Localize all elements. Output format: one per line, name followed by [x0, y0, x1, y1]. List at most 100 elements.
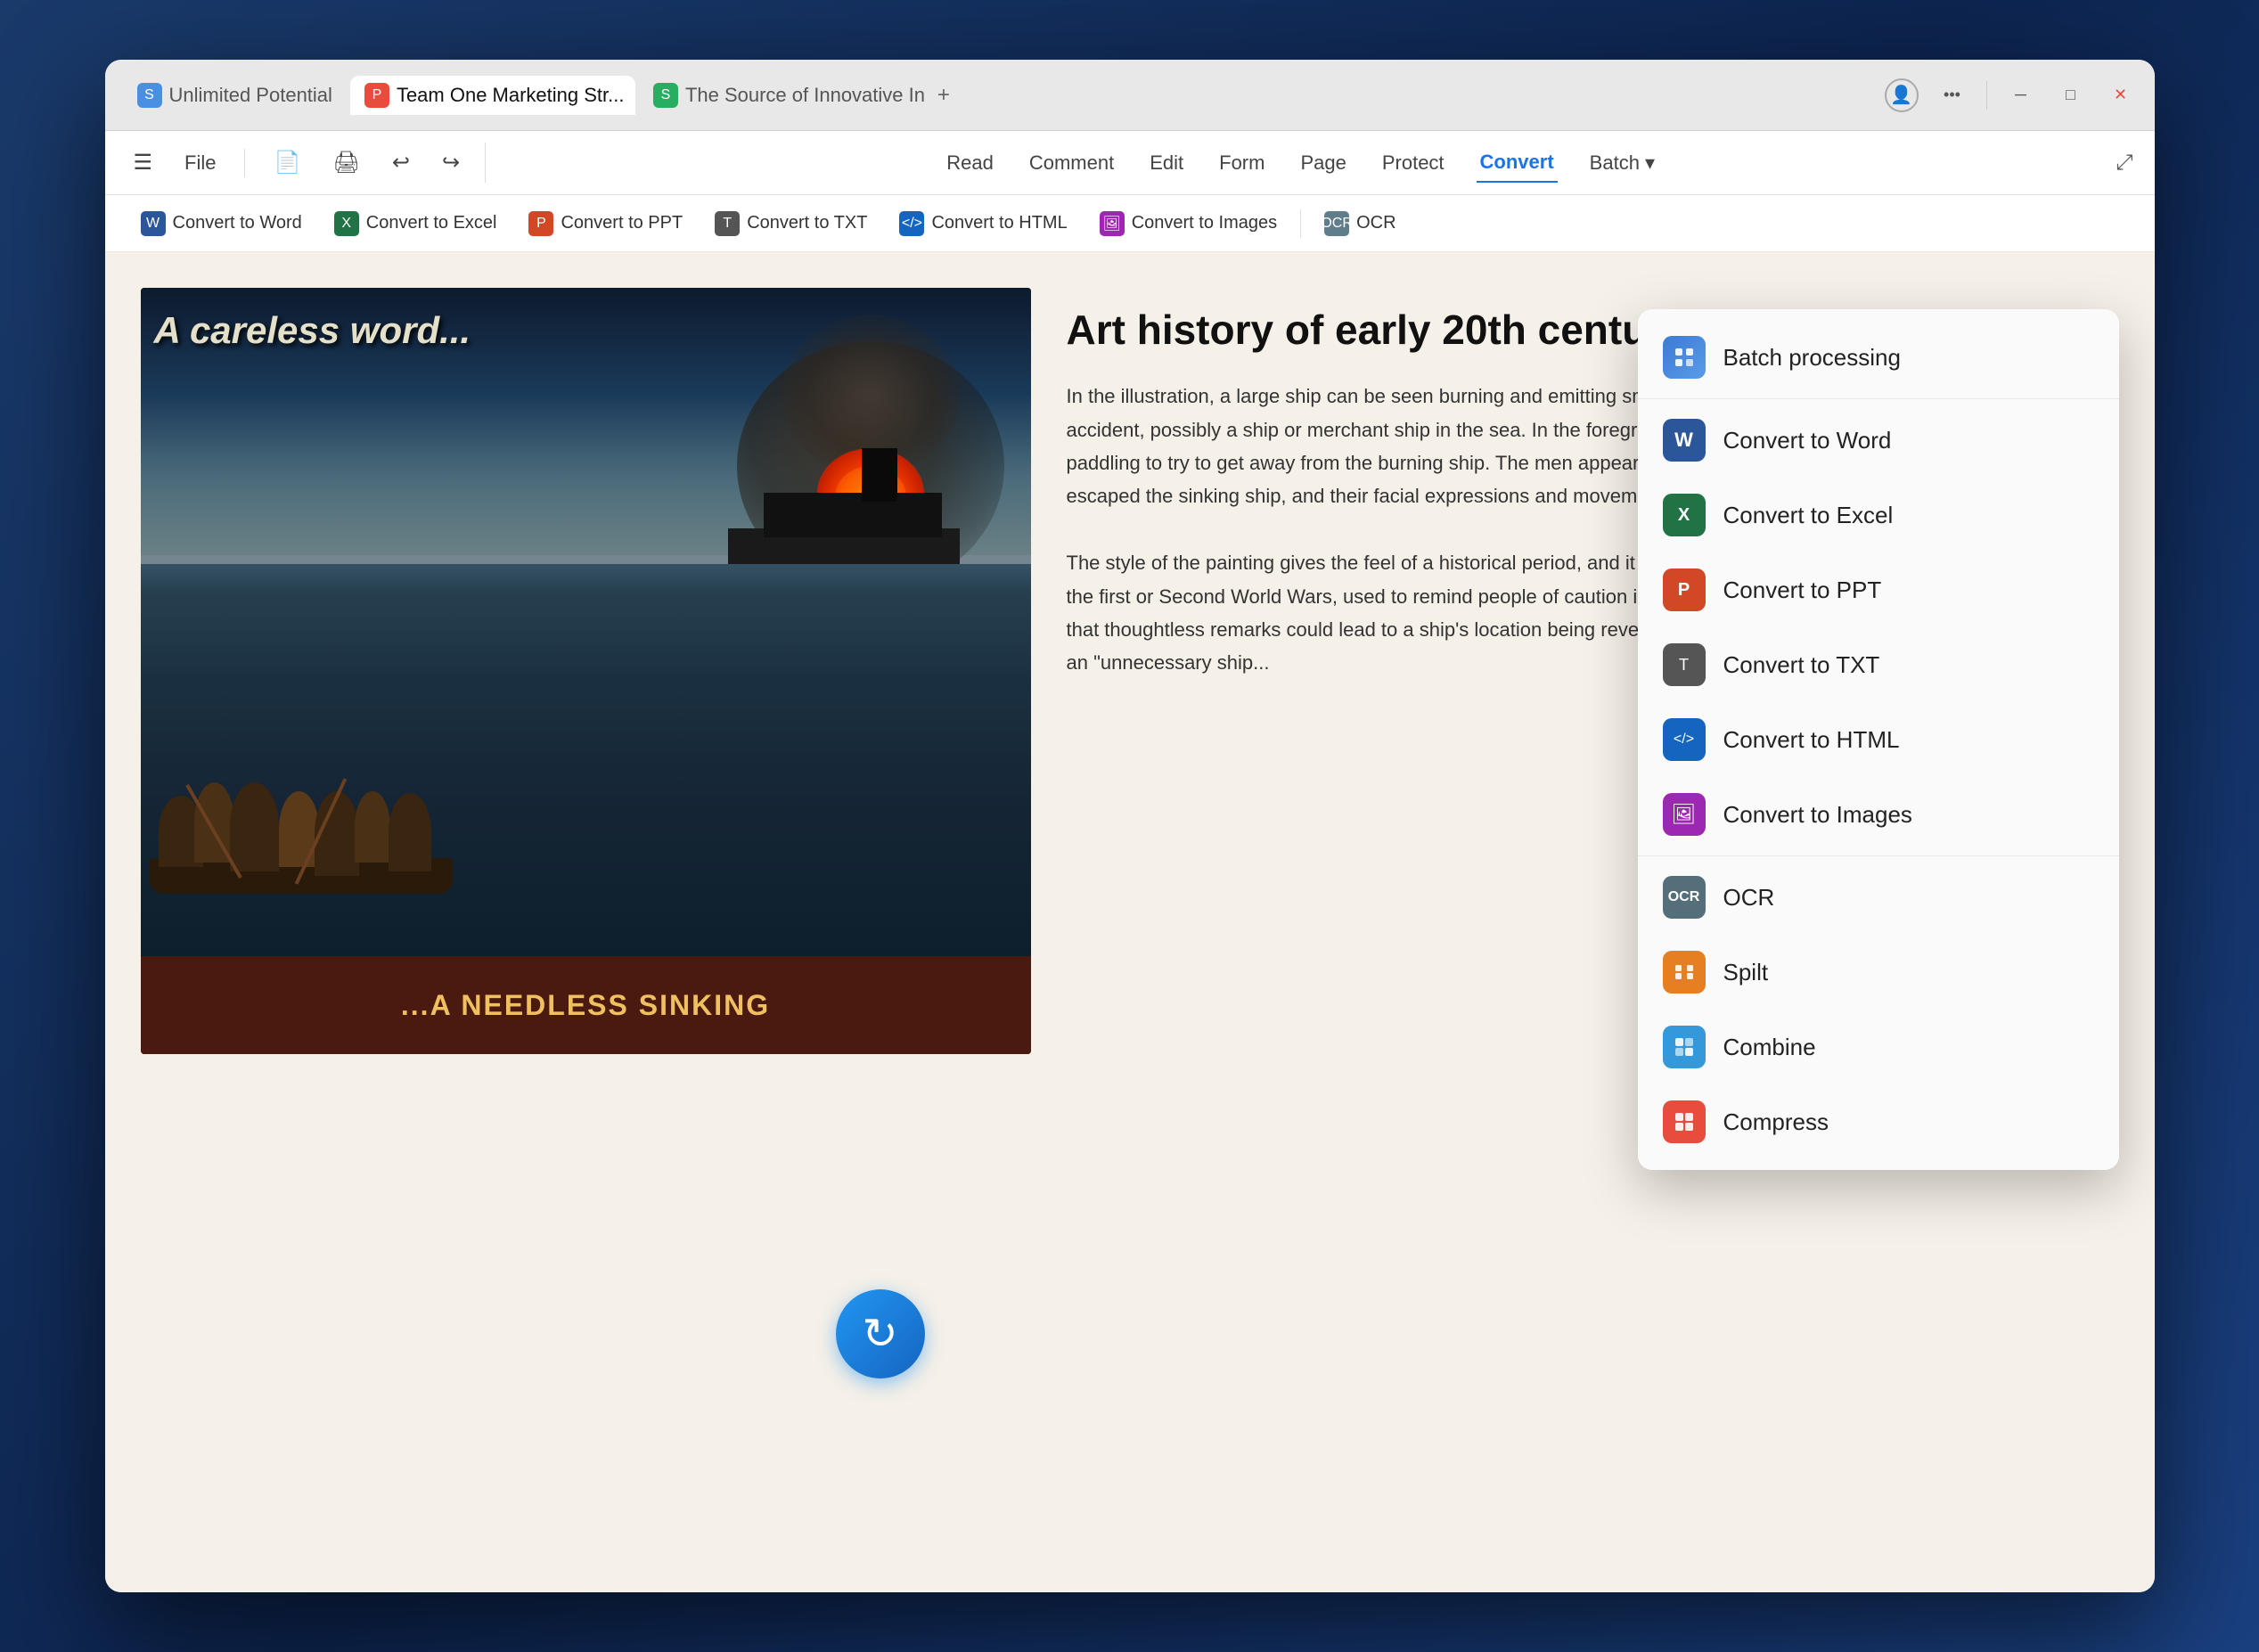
dropdown-split-icon: [1663, 951, 1706, 994]
dropdown-convert-word[interactable]: W Convert to Word: [1638, 403, 2119, 478]
ppt-icon: P: [528, 211, 553, 236]
dropdown-combine-icon: [1663, 1026, 1706, 1068]
print-icon[interactable]: 🖨: [325, 143, 366, 183]
toolbar-left-group: ☰ File 📄 🖨 ↩ ↪: [127, 143, 487, 183]
toolbar-separator: [1300, 209, 1301, 238]
dropdown-convert-excel[interactable]: X Convert to Excel: [1638, 478, 2119, 552]
maximize-button[interactable]: □: [2055, 79, 2087, 111]
convert-html-label: Convert to HTML: [931, 213, 1067, 233]
refresh-button[interactable]: ↻: [836, 1289, 925, 1378]
batch-processing-label: Batch processing: [1723, 344, 1901, 372]
poster-bottom-text: ...A NEEDLESS SINKING: [401, 989, 770, 1022]
batch-icon: [1663, 336, 1706, 379]
dropdown-menu: Batch processing W Convert to Word X Con…: [1638, 309, 2119, 1170]
convert-txt-label: Convert to TXT: [747, 213, 867, 233]
nav-page[interactable]: Page: [1297, 144, 1349, 182]
refresh-icon: ↻: [862, 1309, 897, 1359]
redo-icon[interactable]: ↪: [435, 143, 467, 183]
tab-icon-3: S: [653, 83, 678, 108]
dropdown-ocr-label: OCR: [1723, 884, 1775, 912]
dropdown-convert-images[interactable]: 🖼 Convert to Images: [1638, 777, 2119, 852]
ocr-label: OCR: [1356, 213, 1396, 233]
dropdown-ocr[interactable]: OCR OCR: [1638, 860, 2119, 935]
dropdown-split[interactable]: Spilt: [1638, 935, 2119, 1010]
dropdown-ocr-icon: OCR: [1663, 876, 1706, 919]
menu-divider-1: [1638, 398, 2119, 399]
dropdown-txt-label: Convert to TXT: [1723, 651, 1880, 679]
dropdown-combine[interactable]: Combine: [1638, 1010, 2119, 1084]
open-external-icon[interactable]: ⤢: [2116, 151, 2132, 176]
poster-bottom-banner: ...A NEEDLESS SINKING: [141, 956, 1031, 1054]
poster-background: A careless word... ...A NEEDLESS SINKING: [141, 288, 1031, 1054]
dropdown-compress-icon: [1663, 1100, 1706, 1143]
dropdown-word-icon: W: [1663, 419, 1706, 462]
convert-to-ppt-button[interactable]: P Convert to PPT: [514, 204, 697, 243]
tab-label-1: Unlimited Potential: [169, 84, 332, 107]
tab-unlimited-potential[interactable]: S Unlimited Potential: [123, 76, 347, 115]
convert-to-images-button[interactable]: 🖼 Convert to Images: [1085, 204, 1291, 243]
word-icon: W: [141, 211, 166, 236]
poster-top-text: A careless word...: [154, 310, 1013, 351]
document-icon[interactable]: 📄: [266, 143, 307, 183]
dropdown-ppt-icon: P: [1663, 568, 1706, 611]
tab-icon-1: S: [137, 83, 162, 108]
tab-team-one[interactable]: P Team One Marketing Str... ✕: [350, 76, 635, 115]
dropdown-html-label: Convert to HTML: [1723, 726, 1900, 754]
browser-window: S Unlimited Potential P Team One Marketi…: [105, 60, 2155, 1592]
nav-batch[interactable]: Batch ▾: [1586, 144, 1658, 182]
dropdown-html-icon: </>: [1663, 718, 1706, 761]
excel-icon: X: [334, 211, 359, 236]
title-bar: S Unlimited Potential P Team One Marketi…: [105, 60, 2155, 131]
dropdown-convert-html[interactable]: </> Convert to HTML: [1638, 702, 2119, 777]
convert-ppt-label: Convert to PPT: [561, 213, 683, 233]
dropdown-batch-processing[interactable]: Batch processing: [1638, 320, 2119, 395]
file-label[interactable]: File: [177, 144, 223, 182]
convert-to-word-button[interactable]: W Convert to Word: [127, 204, 316, 243]
main-toolbar: ☰ File 📄 🖨 ↩ ↪ Read Comment Edit Form Pa…: [105, 131, 2155, 195]
dropdown-compress-label: Compress: [1723, 1108, 1829, 1136]
dropdown-images-label: Convert to Images: [1723, 801, 1912, 829]
nav-comment[interactable]: Comment: [1026, 144, 1117, 182]
user-avatar[interactable]: 👤: [1885, 78, 1919, 112]
dropdown-convert-txt[interactable]: T Convert to TXT: [1638, 627, 2119, 702]
dropdown-excel-icon: X: [1663, 494, 1706, 536]
dropdown-txt-icon: T: [1663, 643, 1706, 686]
nav-form[interactable]: Form: [1215, 144, 1268, 182]
tab-source[interactable]: S The Source of Innovative In...: [639, 76, 924, 115]
convert-images-label: Convert to Images: [1132, 213, 1277, 233]
convert-excel-label: Convert to Excel: [366, 213, 497, 233]
dropdown-split-label: Spilt: [1723, 959, 1769, 986]
content-area: A careless word... ...A NEEDLESS SINKING…: [105, 252, 2155, 1592]
nav-protect[interactable]: Protect: [1379, 144, 1448, 182]
dropdown-images-icon: 🖼: [1663, 793, 1706, 836]
minimize-button[interactable]: ─: [2005, 79, 2037, 111]
dropdown-excel-label: Convert to Excel: [1723, 502, 1894, 529]
dropdown-ppt-label: Convert to PPT: [1723, 577, 1882, 604]
ocr-button[interactable]: OCR OCR: [1310, 204, 1410, 243]
poster-image: A careless word... ...A NEEDLESS SINKING: [141, 288, 1031, 1054]
convert-to-excel-button[interactable]: X Convert to Excel: [320, 204, 512, 243]
dropdown-combine-label: Combine: [1723, 1034, 1816, 1061]
undo-icon[interactable]: ↩: [385, 143, 417, 183]
convert-to-txt-button[interactable]: T Convert to TXT: [700, 204, 881, 243]
toolbar-right-group: ⤢: [2116, 151, 2132, 176]
tab-close-button[interactable]: ✕: [631, 84, 634, 106]
hamburger-menu-icon[interactable]: ☰: [127, 143, 160, 183]
convert-word-label: Convert to Word: [173, 213, 302, 233]
tab-label-3: The Source of Innovative In...: [685, 84, 924, 107]
dropdown-compress[interactable]: Compress: [1638, 1084, 2119, 1159]
nav-read[interactable]: Read: [943, 144, 997, 182]
menu-divider-2: [1638, 855, 2119, 856]
nav-convert[interactable]: Convert: [1477, 143, 1558, 183]
toolbar-nav: Read Comment Edit Form Page Protect Conv…: [486, 143, 2116, 183]
tab-icon-2: P: [364, 83, 389, 108]
add-tab-button[interactable]: +: [928, 79, 960, 111]
txt-icon: T: [715, 211, 740, 236]
images-icon: 🖼: [1100, 211, 1125, 236]
dropdown-convert-ppt[interactable]: P Convert to PPT: [1638, 552, 2119, 627]
more-options-button[interactable]: •••: [1936, 79, 1968, 111]
close-button[interactable]: ✕: [2105, 79, 2137, 111]
convert-to-html-button[interactable]: </> Convert to HTML: [885, 204, 1081, 243]
dropdown-word-label: Convert to Word: [1723, 427, 1892, 454]
nav-edit[interactable]: Edit: [1146, 144, 1187, 182]
